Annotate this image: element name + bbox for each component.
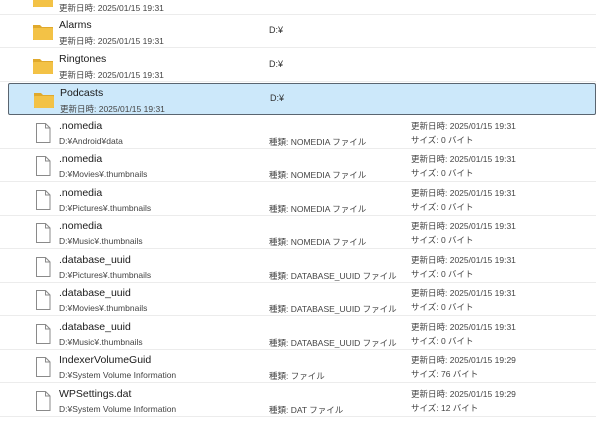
item-size: サイズ: 0 バイト <box>411 336 474 346</box>
item-name: Alarms <box>59 19 92 31</box>
item-size: サイズ: 12 バイト <box>411 403 479 413</box>
item-size: サイズ: 0 バイト <box>411 302 474 312</box>
item-type: 種類: DATABASE_UUID ファイル <box>269 338 397 348</box>
folder-icon <box>33 59 53 74</box>
item-path: D:¥Pictures¥.thumbnails <box>59 203 152 213</box>
file-row[interactable]: WPSettings.dat D:¥System Volume Informati… <box>0 385 596 417</box>
folder-row[interactable]: Podcasts 更新日時: 2025/01/15 19:31 D:¥ <box>8 83 596 115</box>
modified-date: 更新日時: 2025/01/15 19:31 <box>411 154 516 164</box>
item-path: D:¥Pictures¥.thumbnails <box>59 270 152 280</box>
item-name: .nomedia <box>59 187 103 199</box>
item-path: D:¥System Volume Information <box>59 370 177 380</box>
modified-date: 更新日時: 2025/01/15 19:29 <box>411 355 516 365</box>
file-icon <box>36 357 51 377</box>
item-name: WPSettings.dat <box>59 388 132 400</box>
search-results-list: 更新日時: 2025/01/15 19:31 Alarms 更新日時: 2025/0… <box>0 0 596 428</box>
item-type: 種類: NOMEDIA ファイル <box>269 170 367 180</box>
item-type: 種類: ファイル <box>269 371 325 381</box>
item-path: D:¥Music¥.thumbnails <box>59 236 143 246</box>
item-type: 種類: DATABASE_UUID ファイル <box>269 271 397 281</box>
item-type: 種類: NOMEDIA ファイル <box>269 237 367 247</box>
file-icon <box>36 290 51 310</box>
item-name: .nomedia <box>59 120 103 132</box>
file-row[interactable]: .nomedia D:¥Music¥.thumbnails 種類: NOMEDIA … <box>0 217 596 249</box>
modified-date: 更新日時: 2025/01/15 19:29 <box>411 389 516 399</box>
modified-date: 更新日時: 2025/01/15 19:31 <box>59 36 164 46</box>
file-row[interactable]: .nomedia D:¥Pictures¥.thumbnails 種類: NOMED… <box>0 184 596 216</box>
file-icon <box>36 123 51 143</box>
folder-row[interactable]: 更新日時: 2025/01/15 19:31 <box>0 0 596 15</box>
folder-icon <box>33 25 53 40</box>
item-path: D:¥Music¥.thumbnails <box>59 337 143 347</box>
file-icon <box>36 324 51 344</box>
item-size: サイズ: 0 バイト <box>411 202 474 212</box>
item-type: 種類: NOMEDIA ファイル <box>269 137 367 147</box>
modified-date: 更新日時: 2025/01/15 19:31 <box>411 288 516 298</box>
item-name: Ringtones <box>59 53 107 65</box>
item-location: D:¥ <box>269 25 284 35</box>
item-size: サイズ: 76 バイト <box>411 369 479 379</box>
item-name: .nomedia <box>59 220 103 232</box>
file-row[interactable]: .database_uuid D:¥Pictures¥.thumbnails 種類:… <box>0 251 596 283</box>
item-name: .nomedia <box>59 153 103 165</box>
modified-date: 更新日時: 2025/01/15 19:31 <box>411 255 516 265</box>
file-row[interactable]: .database_uuid D:¥Movies¥.thumbnails 種類: D… <box>0 284 596 316</box>
file-row[interactable]: .nomedia D:¥Movies¥.thumbnails 種類: NOMEDIA… <box>0 150 596 182</box>
folder-row[interactable]: Ringtones 更新日時: 2025/01/15 19:31 D:¥ <box>0 50 596 82</box>
item-path: D:¥Movies¥.thumbnails <box>59 169 148 179</box>
file-row[interactable]: IndexerVolumeGuid D:¥System Volume Inform… <box>0 351 596 383</box>
item-name: .database_uuid <box>59 321 131 333</box>
file-icon <box>36 257 51 277</box>
file-icon <box>36 391 51 411</box>
item-size: サイズ: 0 バイト <box>411 168 474 178</box>
modified-date: 更新日時: 2025/01/15 19:31 <box>411 188 516 198</box>
folder-icon <box>33 0 53 7</box>
item-name: .database_uuid <box>59 254 131 266</box>
item-size: サイズ: 0 バイト <box>411 235 474 245</box>
modified-date: 更新日時: 2025/01/15 19:31 <box>59 3 164 13</box>
modified-date: 更新日時: 2025/01/15 19:31 <box>411 322 516 332</box>
item-size: サイズ: 0 バイト <box>411 269 474 279</box>
item-name: IndexerVolumeGuid <box>59 354 152 366</box>
item-path: D:¥System Volume Information <box>59 404 177 414</box>
item-path: D:¥Android¥data <box>59 136 123 146</box>
item-location: D:¥ <box>269 59 284 69</box>
file-icon <box>36 190 51 210</box>
item-name: Podcasts <box>60 87 104 99</box>
item-size: サイズ: 0 バイト <box>411 135 474 145</box>
item-name: .database_uuid <box>59 287 131 299</box>
item-type: 種類: DAT ファイル <box>269 405 344 415</box>
file-row[interactable]: .nomedia D:¥Android¥data 種類: NOMEDIA ファイル 更… <box>0 117 596 149</box>
modified-date: 更新日時: 2025/01/15 19:31 <box>59 70 164 80</box>
file-row[interactable]: .database_uuid D:¥Music¥.thumbnails 種類: DA… <box>0 318 596 350</box>
item-type: 種類: DATABASE_UUID ファイル <box>269 304 397 314</box>
file-icon <box>36 156 51 176</box>
modified-date: 更新日時: 2025/01/15 19:31 <box>411 121 516 131</box>
modified-date: 更新日時: 2025/01/15 19:31 <box>411 221 516 231</box>
file-icon <box>36 223 51 243</box>
folder-icon <box>34 93 54 108</box>
modified-date: 更新日時: 2025/01/15 19:31 <box>60 104 165 114</box>
folder-row[interactable]: Alarms 更新日時: 2025/01/15 19:31 D:¥ <box>0 16 596 48</box>
item-location: D:¥ <box>270 93 285 103</box>
item-type: 種類: NOMEDIA ファイル <box>269 204 367 214</box>
item-path: D:¥Movies¥.thumbnails <box>59 303 148 313</box>
